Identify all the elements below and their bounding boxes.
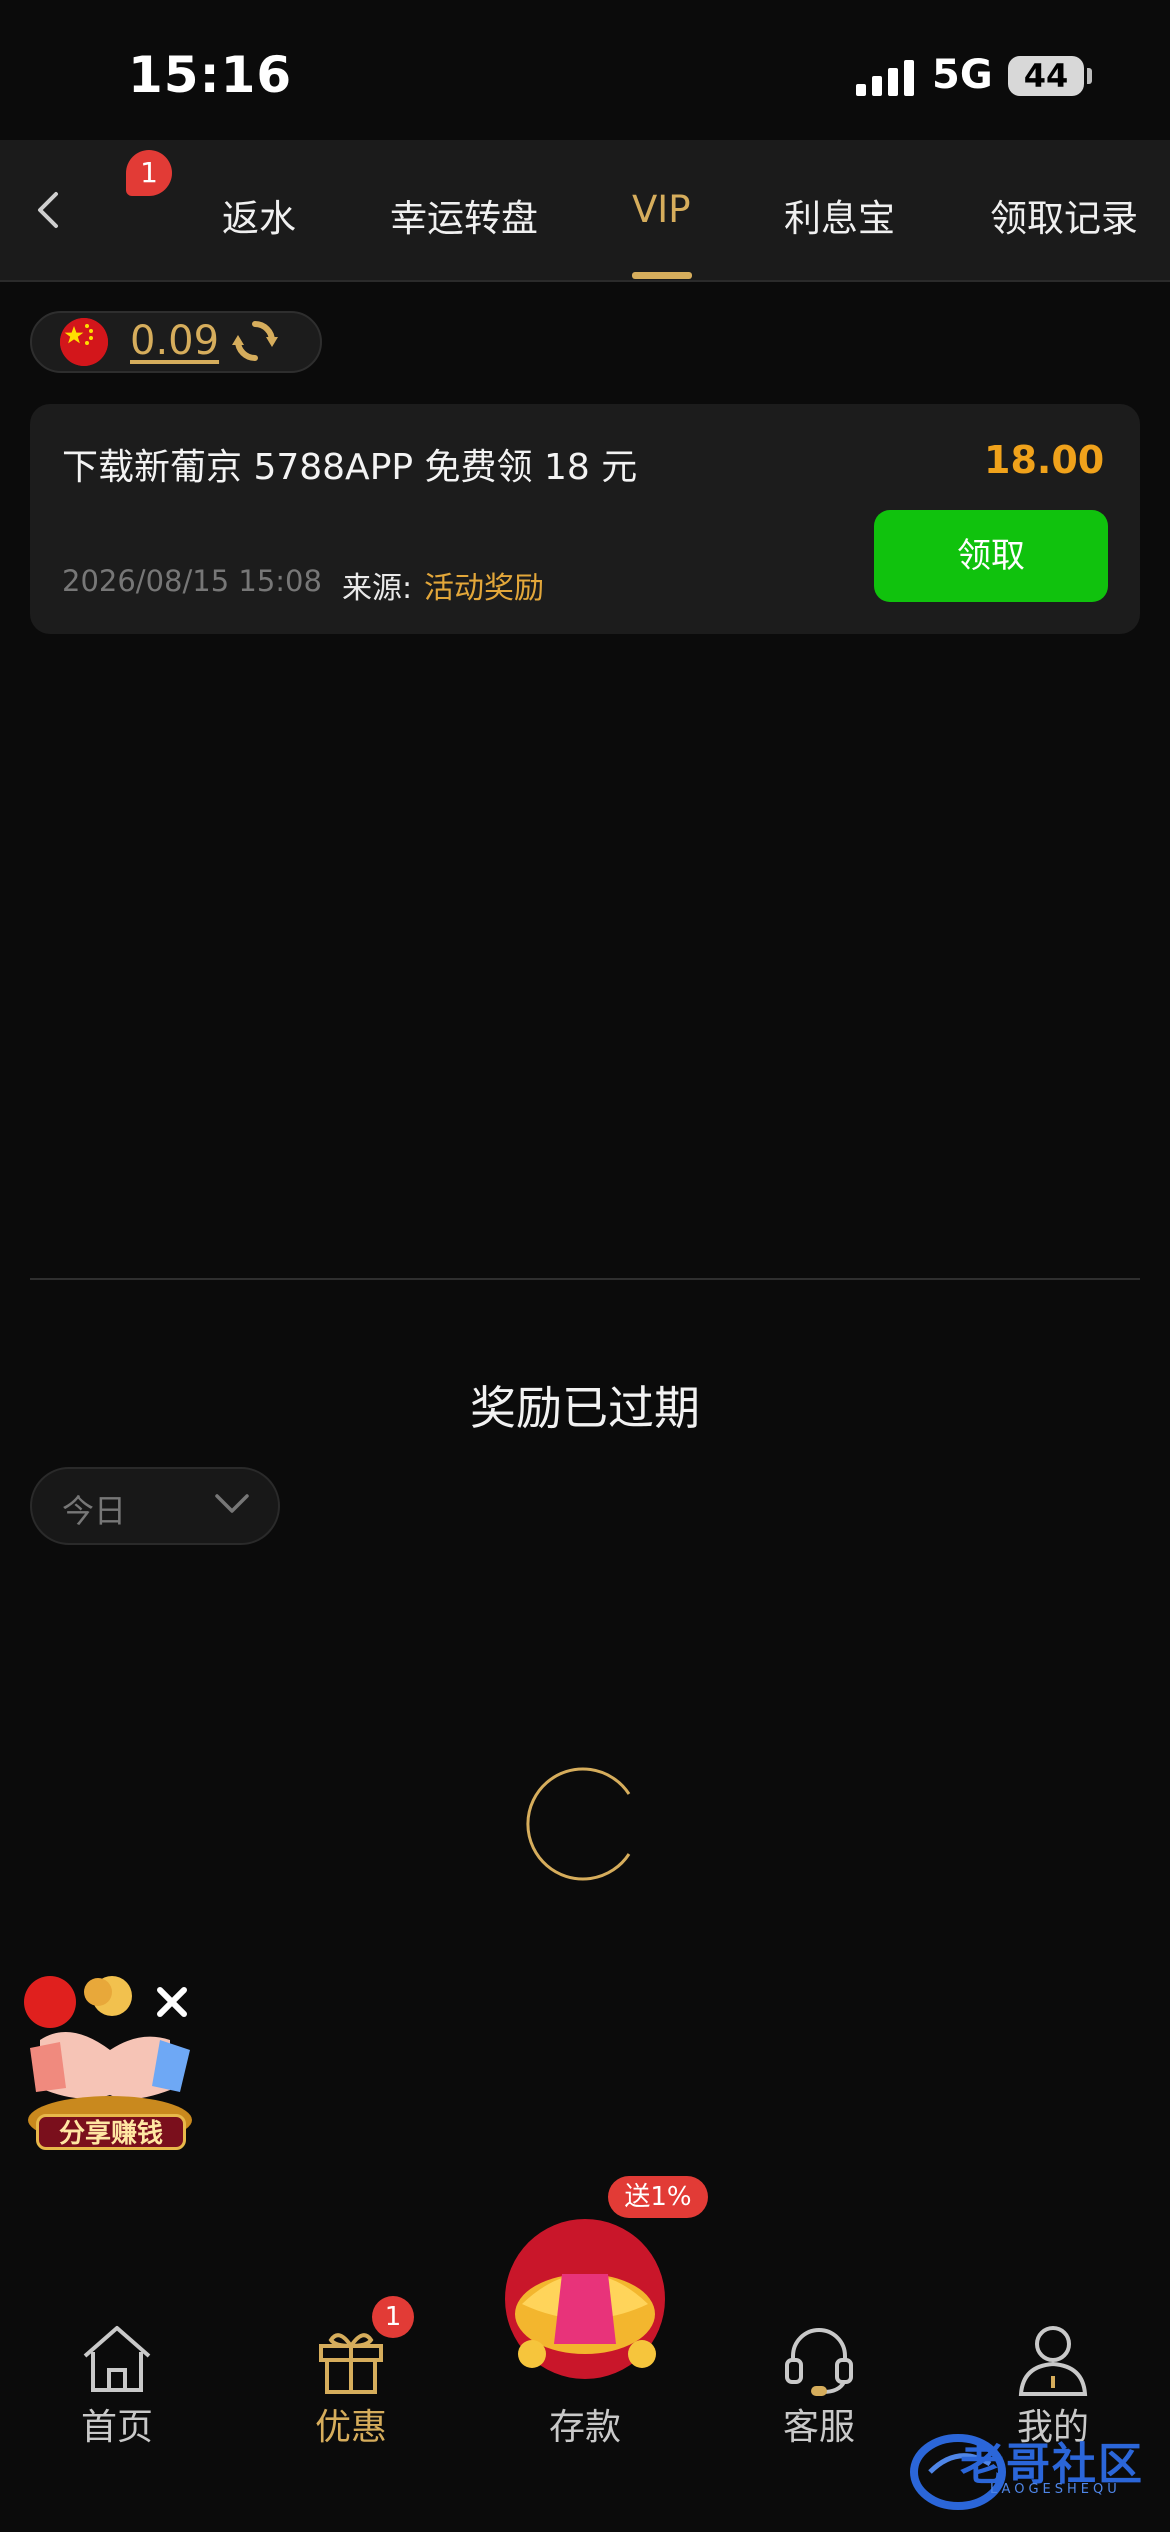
reward-timestamp: 2026/08/15 15:08 [62, 564, 322, 598]
watermark-subtext: LAOGESHEQU [990, 2482, 1121, 2497]
headset-icon [785, 2328, 853, 2396]
status-time: 15:16 [128, 46, 293, 104]
network-type: 5G [932, 52, 993, 98]
tab-interest[interactable]: 利息宝 [784, 188, 895, 242]
nav-deposit[interactable]: 存款 [495, 2300, 675, 2450]
claim-button[interactable]: 领取 [874, 510, 1108, 602]
refresh-icon[interactable] [230, 316, 280, 366]
close-icon[interactable] [150, 1980, 194, 2024]
battery-cap [1087, 68, 1092, 84]
reward-title: 下载新葡京 5788APP 免费领 18 元 [62, 447, 638, 488]
battery-icon: 44 [1008, 56, 1084, 96]
reward-amount: 18.00 [984, 438, 1105, 482]
cellular-signal-icon [856, 60, 914, 96]
promotions-badge: 1 [372, 2296, 414, 2338]
tab-lucky-wheel[interactable]: 幸运转盘 [390, 188, 538, 242]
back-arrow-icon[interactable] [30, 190, 70, 230]
chevron-down-icon[interactable] [214, 1492, 250, 1516]
loading-spinner-icon [526, 1767, 631, 1881]
nav-promotions[interactable]: 优惠 [261, 2300, 441, 2450]
tab-vip[interactable]: VIP [632, 188, 691, 231]
share-earn-label[interactable]: 分享赚钱 [36, 2114, 186, 2150]
balance-amount[interactable]: 0.09 [130, 318, 219, 364]
nav-support[interactable]: 客服 [729, 2300, 909, 2450]
nav-label-support: 客服 [782, 2407, 855, 2448]
user-icon [1018, 2326, 1088, 2396]
nav-label-deposit: 存款 [548, 2407, 621, 2448]
reward-source-value: 活动奖励 [424, 571, 544, 606]
active-tab-indicator [632, 272, 692, 279]
nav-label-home: 首页 [80, 2407, 153, 2448]
nav-label-promotions: 优惠 [314, 2407, 387, 2448]
expired-message: 奖励已过期 [470, 1381, 700, 1435]
divider [30, 1278, 1140, 1280]
china-flag-icon [60, 318, 108, 366]
reward-source-label: 来源: [342, 571, 413, 606]
tab-claim-history[interactable]: 领取记录 [990, 188, 1138, 242]
deposit-bonus-badge: 送1% [608, 2176, 708, 2218]
tab-rebate[interactable]: 返水 [222, 188, 296, 242]
nav-home[interactable]: 首页 [27, 2300, 207, 2450]
home-icon [83, 2326, 151, 2392]
date-filter-value[interactable]: 今日 [62, 1486, 126, 1532]
notification-badge[interactable]: 1 [126, 150, 172, 196]
